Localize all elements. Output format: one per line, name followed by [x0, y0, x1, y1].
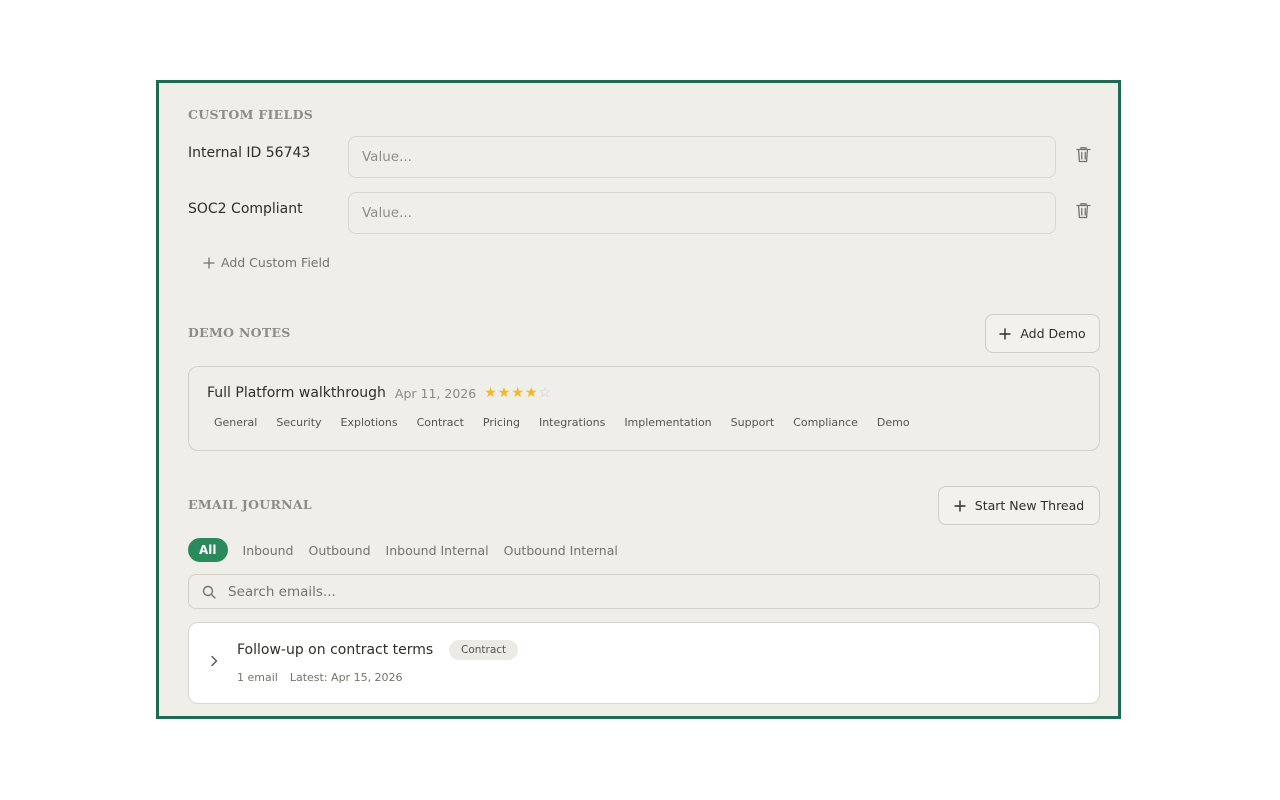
custom-field-label: SOC2 Compliant	[188, 201, 303, 217]
trash-icon[interactable]	[1073, 200, 1093, 220]
demo-tag[interactable]: Explotions	[341, 416, 398, 429]
star-filled-icon: ★	[511, 385, 524, 401]
start-new-thread-button[interactable]: Start New Thread	[938, 486, 1100, 525]
demo-tag[interactable]: Demo	[877, 416, 910, 429]
thread-email-count: 1 email	[237, 671, 278, 684]
chevron-right-icon[interactable]	[210, 655, 218, 667]
thread-latest-date: Latest: Apr 15, 2026	[289, 671, 403, 684]
search-icon	[202, 585, 216, 599]
custom-field-value-input[interactable]	[348, 136, 1056, 178]
email-filter-tabs: All Inbound Outbound Inbound Internal Outbou…	[188, 538, 618, 562]
demo-tag[interactable]: Compliance	[793, 416, 858, 429]
add-demo-button[interactable]: Add Demo	[985, 314, 1100, 353]
star-rating: ★ ★ ★ ★ ☆	[484, 386, 551, 400]
custom-field-value-input[interactable]	[348, 192, 1056, 234]
star-filled-icon: ★	[524, 385, 538, 401]
demo-tag[interactable]: Contract	[417, 416, 464, 429]
demo-tag[interactable]: General	[214, 416, 257, 429]
add-demo-label: Add Demo	[1020, 326, 1086, 341]
email-search-box[interactable]	[188, 574, 1100, 609]
plus-icon	[954, 499, 966, 512]
plus-icon	[203, 256, 215, 269]
demo-note-title: Full Platform walkthrough	[207, 385, 386, 401]
custom-fields-heading: CUSTOM FIELDS	[188, 107, 314, 122]
demo-tag[interactable]: Support	[731, 416, 774, 429]
demo-tag[interactable]: Implementation	[624, 416, 711, 429]
demo-tag[interactable]: Security	[276, 416, 321, 429]
demo-tag[interactable]: Integrations	[539, 416, 605, 429]
demo-tags: General Security Explotions Contract Pricing…	[214, 416, 910, 429]
star-empty-icon: ☆	[538, 385, 551, 401]
email-thread-row[interactable]: Follow-up on contract terms Contract 1 e…	[188, 622, 1100, 704]
thread-subject: Follow-up on contract terms	[237, 642, 434, 658]
filter-tab-all[interactable]: All	[188, 538, 228, 562]
email-journal-heading: EMAIL JOURNAL	[188, 497, 312, 512]
demo-notes-heading: DEMO NOTES	[188, 325, 291, 340]
filter-tab-outbound[interactable]: Outbound	[309, 539, 371, 562]
demo-tag[interactable]: Pricing	[483, 416, 520, 429]
demo-note-date: Apr 11, 2026	[394, 385, 477, 401]
account-detail-panel: CUSTOM FIELDS Internal ID 56743 SOC2 Com…	[156, 80, 1121, 719]
plus-icon	[999, 327, 1012, 340]
filter-tab-inbound[interactable]: Inbound	[243, 539, 294, 562]
custom-field-label: Internal ID 56743	[188, 145, 311, 161]
search-emails-input[interactable]	[226, 582, 1080, 601]
star-filled-icon: ★	[497, 385, 511, 401]
start-new-thread-label: Start New Thread	[974, 498, 1085, 513]
trash-icon[interactable]	[1073, 144, 1093, 164]
filter-tab-outbound-internal[interactable]: Outbound Internal	[504, 539, 618, 562]
thread-tag-badge: Contract	[449, 640, 519, 660]
add-custom-field-label: Add Custom Field	[221, 255, 330, 270]
add-custom-field-button[interactable]: Add Custom Field	[203, 255, 330, 270]
demo-note-card[interactable]: Full Platform walkthrough Apr 11, 2026 ★…	[188, 366, 1100, 451]
star-filled-icon: ★	[484, 385, 497, 401]
filter-tab-inbound-internal[interactable]: Inbound Internal	[386, 539, 489, 562]
